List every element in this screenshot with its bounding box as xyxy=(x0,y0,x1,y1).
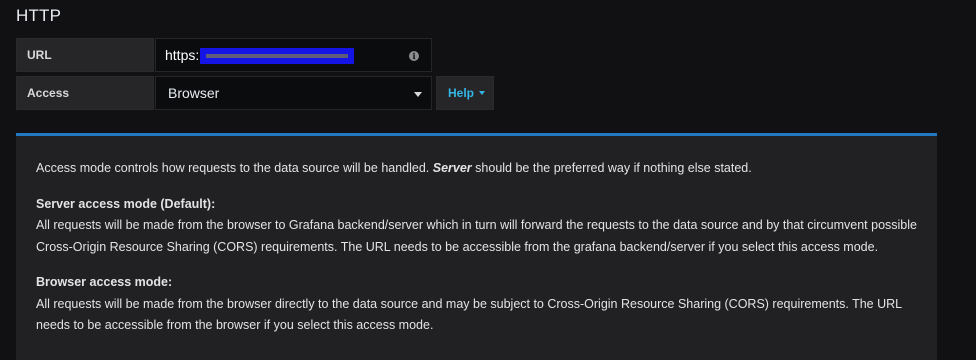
url-value: https: xyxy=(165,47,200,63)
caret-down-icon xyxy=(479,91,486,95)
browser-mode-heading: Browser access mode: xyxy=(36,275,173,289)
help-intro-text-end: should be the preferred way if nothing e… xyxy=(471,161,752,175)
info-icon[interactable]: i xyxy=(409,51,419,61)
browser-mode-section: Browser access mode: All requests will b… xyxy=(36,272,917,337)
server-mode-section: Server access mode (Default): All reques… xyxy=(36,194,917,259)
help-button-label: Help xyxy=(448,86,475,100)
server-mode-body: All requests will be made from the brows… xyxy=(36,218,917,254)
access-label: Access xyxy=(16,76,154,110)
section-title: HTTP xyxy=(16,6,62,25)
help-panel: Access mode controls how requests to the… xyxy=(16,133,937,360)
help-intro: Access mode controls how requests to the… xyxy=(36,158,917,180)
help-intro-text: Access mode controls how requests to the… xyxy=(36,161,433,175)
http-settings-page: HTTP URL https: i Access Browser Help Ac… xyxy=(0,0,976,360)
redacted-url-block xyxy=(200,48,355,64)
access-select[interactable]: Browser xyxy=(155,76,432,110)
server-mode-heading: Server access mode (Default): xyxy=(36,196,216,211)
url-input[interactable]: https: i xyxy=(155,38,432,72)
browser-mode-body: All requests will be made from the brows… xyxy=(36,296,902,333)
access-selected-value: Browser xyxy=(168,85,220,101)
help-intro-emphasis: Server xyxy=(432,161,472,175)
caret-down-icon xyxy=(414,92,422,97)
help-button[interactable]: Help xyxy=(436,76,494,110)
url-label: URL xyxy=(16,38,154,72)
